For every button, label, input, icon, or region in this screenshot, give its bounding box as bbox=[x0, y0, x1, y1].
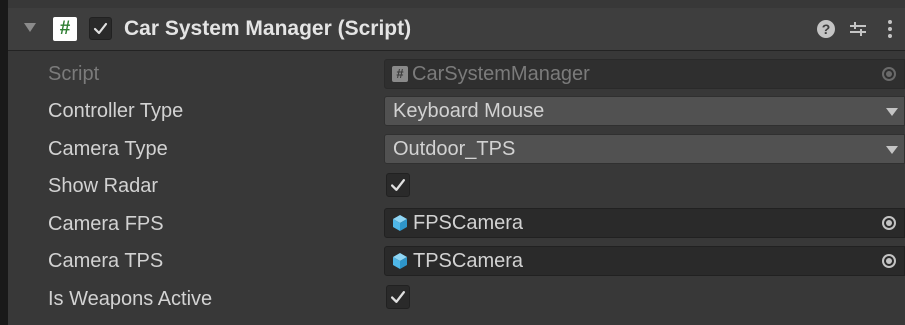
object-picker-dot bbox=[886, 258, 892, 264]
foldout-arrow-icon[interactable] bbox=[24, 23, 36, 32]
inspector-left-margin bbox=[0, 0, 8, 325]
is-weapons-active-label: Is Weapons Active bbox=[48, 288, 213, 310]
component-enabled-toggle[interactable] bbox=[89, 17, 112, 40]
script-label: Script bbox=[48, 63, 100, 85]
controller-type-dropdown[interactable]: Keyboard Mouse bbox=[384, 96, 905, 126]
camera-tps-picker[interactable] bbox=[874, 247, 904, 275]
prefab-cube-icon bbox=[393, 253, 407, 269]
checkmark-icon bbox=[390, 291, 406, 303]
camera-fps-label: Camera FPS bbox=[48, 213, 164, 235]
controller-type-value: Keyboard Mouse bbox=[393, 100, 545, 122]
is-weapons-active-toggle[interactable] bbox=[386, 285, 410, 309]
prefab-cube-icon bbox=[393, 215, 407, 231]
script-picker bbox=[874, 60, 904, 88]
object-picker-dot bbox=[886, 71, 892, 77]
camera-type-dropdown[interactable]: Outdoor_TPS bbox=[384, 134, 905, 164]
camera-fps-value: FPSCamera bbox=[413, 212, 524, 234]
dropdown-arrow-icon bbox=[886, 146, 898, 154]
checkmark-icon bbox=[390, 179, 406, 191]
controller-type-label: Controller Type bbox=[48, 100, 184, 122]
more-options-icon[interactable] bbox=[878, 17, 902, 41]
svg-text:?: ? bbox=[822, 21, 831, 37]
dropdown-arrow-icon bbox=[886, 108, 898, 116]
camera-tps-value: TPSCamera bbox=[413, 250, 524, 272]
help-icon[interactable]: ? bbox=[814, 17, 838, 41]
camera-fps-picker[interactable] bbox=[874, 209, 904, 237]
hash-icon: # bbox=[53, 17, 77, 41]
inspector-panel: # Car System Manager (Script) ? Script #… bbox=[0, 0, 905, 325]
camera-fps-field[interactable]: FPSCamera bbox=[384, 208, 905, 238]
preset-icon[interactable] bbox=[846, 17, 870, 41]
show-radar-toggle[interactable] bbox=[386, 173, 410, 197]
camera-type-value: Outdoor_TPS bbox=[393, 138, 516, 160]
camera-tps-label: Camera TPS bbox=[48, 250, 164, 272]
camera-tps-field[interactable]: TPSCamera bbox=[384, 246, 905, 276]
camera-type-label: Camera Type bbox=[48, 138, 168, 160]
checkmark-icon bbox=[93, 22, 108, 35]
component-title: Car System Manager (Script) bbox=[124, 17, 412, 40]
object-picker-dot bbox=[886, 220, 892, 226]
script-field: # CarSystemManager bbox=[384, 59, 905, 89]
show-radar-label: Show Radar bbox=[48, 175, 159, 197]
script-value: CarSystemManager bbox=[412, 63, 590, 85]
script-icon: # bbox=[392, 66, 408, 82]
